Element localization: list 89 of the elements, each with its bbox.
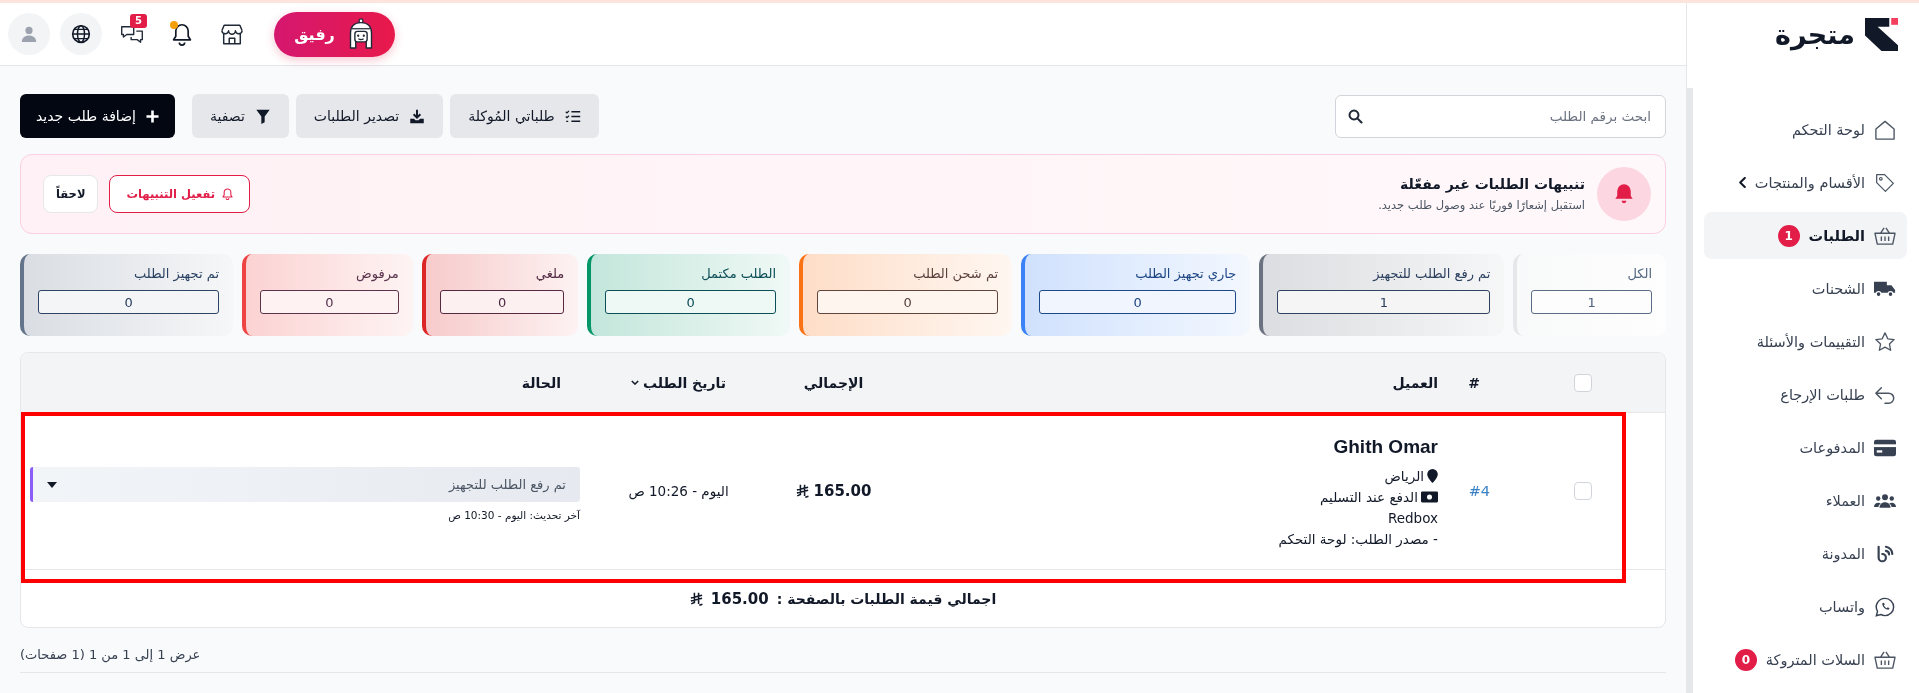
- currency-sign-icon: [689, 591, 703, 606]
- nav-item[interactable]: المدونة: [1704, 530, 1907, 577]
- order-count: 0: [38, 290, 219, 314]
- logo-mark-icon: [1865, 18, 1898, 51]
- profile-button[interactable]: [8, 13, 50, 55]
- status-label: الطلب مكتمل: [700, 266, 777, 281]
- order-count: 0: [605, 290, 777, 314]
- alert-button[interactable]: لاحقاً: [43, 175, 99, 213]
- page-total-amount: 165.00: [710, 589, 769, 608]
- user-icon: [21, 26, 37, 42]
- status-label: تم شحن الطلب: [912, 266, 999, 281]
- search-icon: [1348, 108, 1363, 124]
- store-icon: [220, 22, 244, 46]
- nav-item[interactable]: الأقسام والمنتجات: [1704, 159, 1907, 206]
- sort-chevron-icon: [631, 380, 639, 385]
- messages-button[interactable]: 5: [112, 14, 152, 54]
- currency-sign-icon: [795, 484, 809, 498]
- download-icon: [409, 108, 426, 124]
- order-count: 0: [260, 290, 399, 314]
- nav-item[interactable]: لوحة التحكم: [1704, 106, 1907, 153]
- alert-title: تنبيهات الطلبات غير مفعّلة: [1399, 176, 1585, 192]
- column-header[interactable]: تاريخ الطلب: [631, 374, 726, 391]
- cash-icon: [1421, 490, 1438, 503]
- order-number-link[interactable]: #4: [1468, 483, 1490, 499]
- bell-icon: [170, 22, 194, 46]
- status-label: مرفوض: [355, 266, 399, 281]
- phone-bubble-icon: [1874, 596, 1896, 617]
- shipping-company: Redbox: [1387, 509, 1438, 526]
- filter-icon: [254, 108, 271, 124]
- pagination-summary: عرض 1 إلى 1 من 1 (1 صفحات): [20, 647, 201, 662]
- caret-icon: [47, 481, 57, 488]
- home-icon: [1874, 119, 1896, 140]
- alert-message: استقبل إشعارًا فوريًا عند وصول طلب جديد.: [1378, 198, 1585, 212]
- status-select[interactable]: تم رفع الطلب للتجهيز: [30, 467, 580, 502]
- message-count-badge: 5: [130, 14, 147, 28]
- nav-item[interactable]: العملاء: [1704, 477, 1907, 524]
- row-checkbox[interactable]: [1573, 482, 1592, 500]
- order-total: 165.00: [813, 482, 872, 500]
- order-date: اليوم - 10:26 ص: [628, 483, 729, 499]
- page-total-label: اجمالي قيمة الطلبات بالصفحة :: [776, 590, 997, 607]
- nav-item[interactable]: واتساب: [1704, 583, 1907, 630]
- customer-city: الرياض: [1384, 467, 1424, 484]
- toolbar-button[interactable]: تصدير الطلبات: [295, 94, 444, 138]
- order-source: - مصدر الطلب: لوحة التحكم: [1278, 530, 1438, 547]
- plus-icon: [145, 109, 159, 123]
- globe-icon: [71, 24, 91, 44]
- order-count: 0: [1039, 290, 1237, 314]
- scrollbar[interactable]: [1687, 88, 1693, 693]
- nav-item[interactable]: المدفوعات: [1704, 424, 1907, 471]
- count-badge: 1: [1777, 224, 1800, 247]
- column-header: #: [1468, 374, 1480, 391]
- customer-name: Ghith Omar: [1333, 435, 1438, 458]
- nav-item[interactable]: التقييمات والأسئلة: [1704, 318, 1907, 365]
- order-count: 0: [817, 290, 999, 314]
- assistant-button[interactable]: رفيق: [274, 11, 395, 57]
- basket-icon: [1874, 225, 1896, 246]
- payment-method: الدفع عند التسليم: [1320, 488, 1418, 505]
- search-field[interactable]: ابحث برقم الطلب: [1335, 94, 1666, 138]
- nav-item[interactable]: الشحنات: [1704, 265, 1907, 312]
- chevron-icon: [1738, 177, 1746, 188]
- status-label: جاري تجهيز الطلب: [1134, 266, 1237, 281]
- alert-button[interactable]: تفعيل التنبيهات: [109, 175, 250, 213]
- nav-item[interactable]: طلبات الإرجاع: [1704, 371, 1907, 418]
- return-arrow-icon: [1874, 384, 1896, 405]
- column-header: الحالة: [521, 374, 561, 391]
- pin-icon: [1427, 468, 1438, 483]
- order-count: 0: [439, 290, 565, 314]
- language-button[interactable]: [60, 13, 102, 55]
- order-count: 1: [1277, 290, 1491, 314]
- toolbar-button[interactable]: إضافة طلب جديد: [20, 94, 175, 138]
- last-update-text: آخر تحديث: اليوم - 10:30 ص: [448, 509, 580, 521]
- toolbar-button[interactable]: طلباتي المُوكلة: [450, 94, 599, 138]
- count-badge: 0: [1734, 648, 1757, 671]
- bell-icon: [1597, 167, 1651, 221]
- basket-icon: [1874, 649, 1896, 670]
- status-label: تم رفع الطلب للتجهيز: [1371, 266, 1491, 281]
- select-all-checkbox[interactable]: [1573, 373, 1592, 392]
- status-label: الكل: [1626, 266, 1652, 281]
- status-label: تم تجهيز الطلب: [133, 266, 219, 281]
- tag-icon: [1874, 172, 1896, 193]
- credit-card-icon: [1874, 437, 1896, 458]
- toolbar-button[interactable]: تصفية: [191, 94, 289, 138]
- star-icon: [1874, 331, 1896, 352]
- bell-icon: [222, 188, 233, 200]
- column-header: الإجمالي: [803, 374, 864, 391]
- order-count: 1: [1531, 290, 1652, 314]
- column-header: العميل: [1392, 374, 1438, 391]
- checklist-icon: [564, 108, 581, 124]
- status-label: ملغي: [534, 266, 565, 281]
